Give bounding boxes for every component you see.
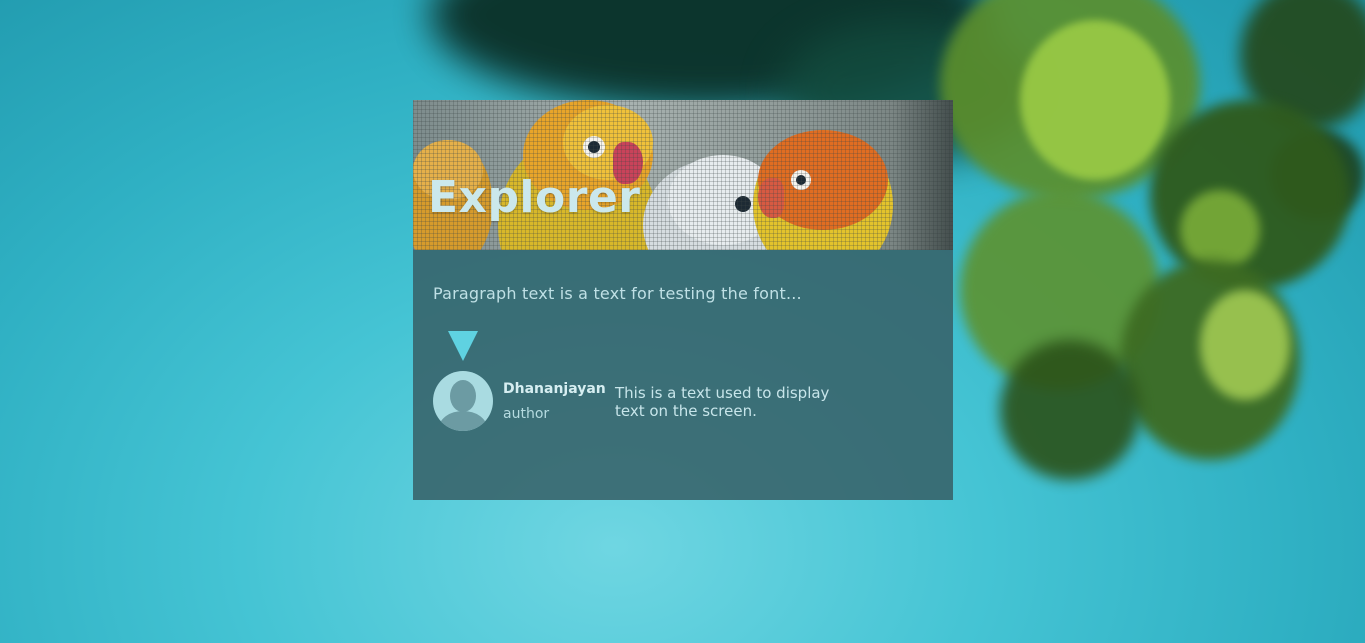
- author-role: author: [503, 406, 550, 422]
- card-title: Explorer: [428, 172, 641, 223]
- triangle-down-icon: [448, 331, 478, 361]
- user-avatar-icon: [433, 371, 493, 431]
- author-quote: This is a text used to display text on t…: [615, 384, 830, 420]
- explorer-card: Explorer Paragraph text is a text for te…: [413, 100, 953, 500]
- card-paragraph: Paragraph text is a text for testing the…: [433, 284, 802, 303]
- card-header-image: Explorer: [413, 100, 953, 250]
- author-name: Dhananjayan: [503, 381, 606, 397]
